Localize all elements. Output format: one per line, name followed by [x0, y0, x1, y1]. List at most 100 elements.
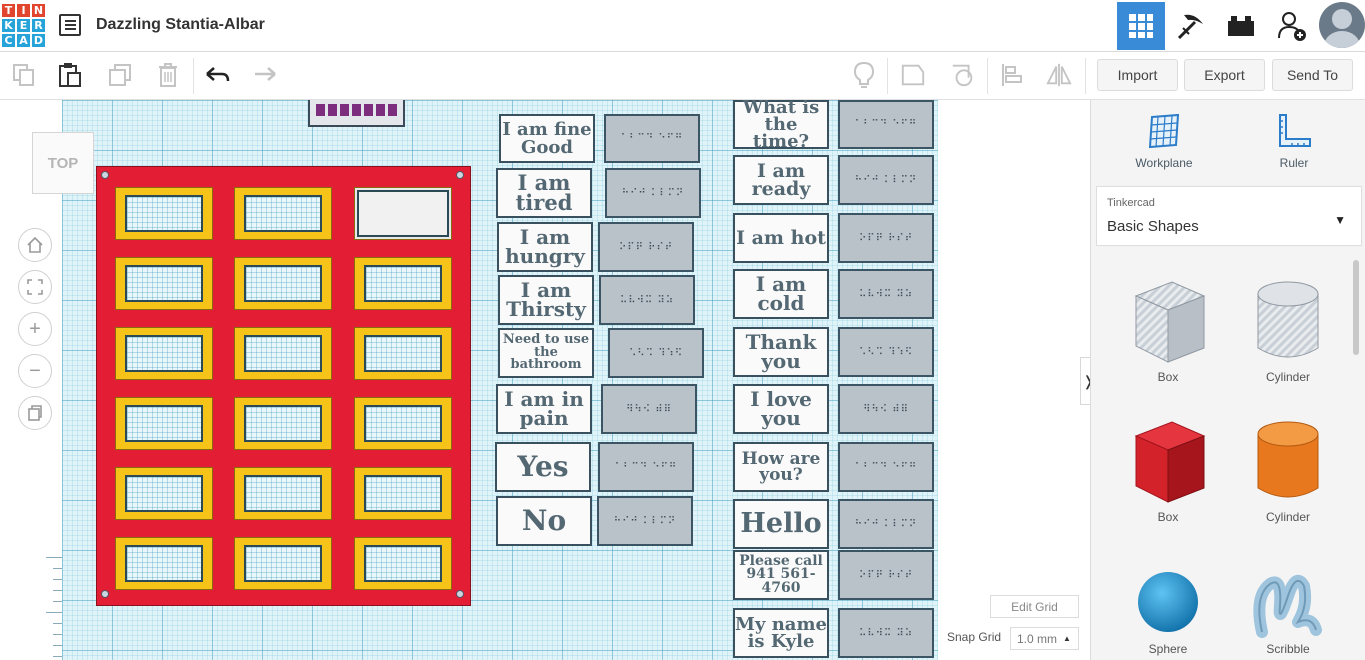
delete-button[interactable]	[155, 62, 181, 88]
braille-tile[interactable]: ⠥⠧⠺⠭ ⠽⠵	[838, 269, 934, 319]
shape-box[interactable]: Box	[1108, 418, 1228, 524]
board-slot[interactable]	[354, 537, 452, 590]
copy-button[interactable]	[11, 62, 37, 88]
braille-tile[interactable]: ⠡⠣⠩ ⠹⠱⠫	[838, 327, 934, 377]
braille-tile[interactable]: ⠻⠳⠪ ⠾⠿	[838, 384, 934, 434]
phrase-card[interactable]: I am fine Good	[499, 114, 595, 163]
braille-tile[interactable]: ⠁⠃⠉⠙ ⠑⠋⠛	[838, 442, 934, 492]
shape-sphere[interactable]: Sphere	[1108, 566, 1228, 656]
board-slot[interactable]	[354, 187, 452, 240]
codeblocks-button[interactable]	[1167, 2, 1215, 50]
collapse-panel-button[interactable]: ❭	[1080, 357, 1090, 405]
board-slot[interactable]	[234, 187, 332, 240]
duplicate-button[interactable]	[107, 62, 133, 88]
notes-button[interactable]	[851, 61, 877, 88]
board-slot[interactable]	[115, 397, 213, 450]
phrase-card[interactable]: No	[496, 496, 592, 546]
snap-grid-select[interactable]: 1.0 mm ▲	[1010, 627, 1079, 650]
board-slot[interactable]	[234, 537, 332, 590]
export-button[interactable]: Export	[1184, 59, 1265, 91]
phrase-card[interactable]: Hello	[733, 499, 829, 549]
slot-window	[125, 545, 203, 582]
braille-tile[interactable]: ⠁⠃⠉⠙ ⠑⠋⠛	[598, 442, 694, 492]
panel-scrollbar[interactable]	[1353, 260, 1359, 355]
braille-tile[interactable]: ⠕⠏⠟ ⠗⠎⠞	[598, 222, 694, 272]
braille-tile[interactable]: ⠥⠧⠺⠭ ⠽⠵	[838, 608, 934, 658]
shape-cylinder[interactable]: Cylinder	[1228, 418, 1348, 524]
phrase-card[interactable]: I am cold	[733, 269, 829, 319]
hide-button[interactable]	[950, 62, 976, 88]
design-title[interactable]: Dazzling Stantia-Albar	[96, 16, 265, 34]
braille-tile[interactable]: ⠁⠃⠉⠙ ⠑⠋⠛	[838, 100, 934, 149]
board-slot[interactable]	[115, 257, 213, 310]
home-view-button[interactable]	[18, 228, 52, 262]
communication-board[interactable]	[96, 166, 471, 606]
align-button[interactable]	[999, 62, 1025, 88]
phrase-card[interactable]: Thank you	[733, 327, 829, 377]
board-slot[interactable]	[234, 467, 332, 520]
ruler-tool[interactable]: Ruler	[1249, 112, 1339, 170]
shape-box-hole[interactable]: Box	[1108, 278, 1228, 384]
phrase-card[interactable]: I am ready	[733, 155, 829, 205]
board-slot[interactable]	[234, 327, 332, 380]
paste-button[interactable]	[57, 62, 83, 88]
phrase-card[interactable]: I am hot	[733, 213, 829, 263]
shape-library-select[interactable]: Tinkercad Basic Shapes ▼	[1096, 186, 1362, 246]
phrase-card[interactable]: Need to use the bathroom	[498, 328, 594, 378]
phrase-card[interactable]: I am tired	[496, 168, 592, 218]
undo-icon	[206, 67, 230, 82]
tinkercad-logo[interactable]: TINKERCAD	[1, 3, 46, 48]
phrase-card[interactable]: I am Thirsty	[498, 275, 594, 325]
workspace[interactable]: TOP + − I am fine Good ⠁⠃⠉⠙ ⠑⠋⠛ I am tired…	[0, 100, 1090, 660]
shape-cylinder-hole[interactable]: Cylinder	[1228, 278, 1348, 384]
braille-tile[interactable]: ⠥⠧⠺⠭ ⠽⠵	[599, 275, 695, 325]
braille-tile[interactable]: ⠓⠊⠚ ⠅⠇⠍⠝	[605, 168, 701, 218]
shape-scribble[interactable]: Scribble	[1228, 566, 1348, 656]
phrase-card[interactable]: Yes	[495, 442, 591, 492]
import-button[interactable]: Import	[1097, 59, 1178, 91]
braille-tile[interactable]: ⠓⠊⠚ ⠅⠇⠍⠝	[838, 499, 934, 549]
board-slot[interactable]	[115, 467, 213, 520]
braille-tile[interactable]: ⠕⠏⠟ ⠗⠎⠞	[838, 213, 934, 263]
braille-tile[interactable]: ⠓⠊⠚ ⠅⠇⠍⠝	[838, 155, 934, 205]
undo-button[interactable]	[204, 62, 230, 88]
phrase-card[interactable]: What is the time?	[733, 100, 829, 151]
view-cube[interactable]: TOP	[32, 132, 94, 194]
design-list-icon[interactable]	[59, 14, 81, 36]
mirror-button[interactable]	[1046, 62, 1072, 88]
send-to-button[interactable]: Send To	[1272, 59, 1353, 91]
edit-grid-button[interactable]: Edit Grid	[990, 595, 1079, 618]
user-avatar[interactable]	[1319, 2, 1365, 48]
braille-tile[interactable]: ⠻⠳⠪ ⠾⠿	[601, 384, 697, 434]
perspective-button[interactable]	[18, 396, 52, 430]
phrase-card[interactable]: I am in pain	[496, 384, 592, 434]
redo-button[interactable]	[252, 62, 278, 88]
show-all-button[interactable]	[900, 62, 926, 88]
phrase-card[interactable]: How are you?	[733, 442, 829, 492]
braille-tile[interactable]: ⠡⠣⠩ ⠹⠱⠫	[608, 328, 704, 378]
braille-tile[interactable]: ⠁⠃⠉⠙ ⠑⠋⠛	[604, 114, 700, 163]
purple-dots-tile[interactable]	[308, 100, 405, 127]
3d-design-view-button[interactable]	[1117, 2, 1165, 50]
invite-user-button[interactable]	[1268, 2, 1316, 50]
board-slot[interactable]	[234, 397, 332, 450]
zoom-in-button[interactable]: +	[18, 312, 52, 346]
workplane-tool[interactable]: Workplane	[1119, 112, 1209, 170]
fit-view-button[interactable]	[18, 270, 52, 304]
phrase-card[interactable]: Please call 941 561-4760	[733, 550, 829, 600]
board-slot[interactable]	[354, 467, 452, 520]
lego-bricks-button[interactable]	[1217, 2, 1265, 50]
board-slot[interactable]	[354, 397, 452, 450]
board-slot[interactable]	[354, 257, 452, 310]
board-slot[interactable]	[115, 537, 213, 590]
zoom-out-button[interactable]: −	[18, 354, 52, 388]
board-slot[interactable]	[115, 187, 213, 240]
board-slot[interactable]	[234, 257, 332, 310]
phrase-card[interactable]: My name is Kyle	[733, 608, 829, 658]
board-slot[interactable]	[354, 327, 452, 380]
board-slot[interactable]	[115, 327, 213, 380]
phrase-card[interactable]: I am hungry	[497, 222, 593, 272]
braille-tile[interactable]: ⠕⠏⠟ ⠗⠎⠞	[838, 550, 934, 600]
phrase-card[interactable]: I love you	[733, 384, 829, 434]
braille-tile[interactable]: ⠓⠊⠚ ⠅⠇⠍⠝	[597, 496, 693, 546]
